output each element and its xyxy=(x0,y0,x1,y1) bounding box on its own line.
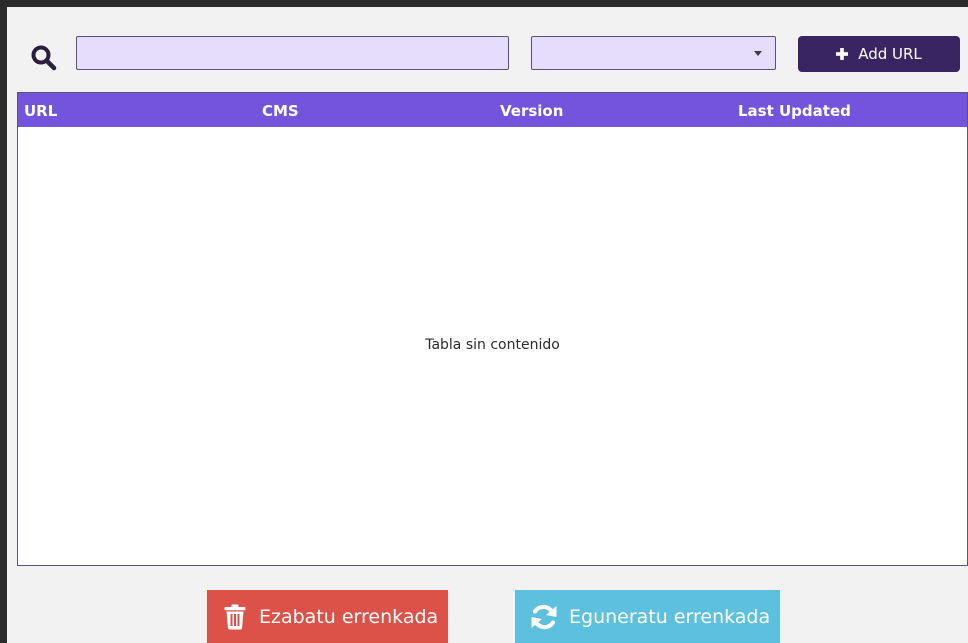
app-window: Add URL URL CMS Version Last Updated Tab… xyxy=(7,7,968,643)
refresh-row-label: Eguneratu errenkada xyxy=(569,605,771,628)
refresh-row-button[interactable]: Eguneratu errenkada xyxy=(515,590,780,643)
add-url-label: Add URL xyxy=(858,45,922,63)
search-icon[interactable] xyxy=(29,43,59,73)
delete-row-label: Ezabatu errenkada xyxy=(259,605,439,628)
chevron-down-icon xyxy=(754,51,762,56)
table-empty-message: Tabla sin contenido xyxy=(425,337,560,353)
column-header-cms[interactable]: CMS xyxy=(262,102,299,120)
url-table[interactable]: URL CMS Version Last Updated Tabla sin c… xyxy=(17,92,968,566)
search-input[interactable] xyxy=(76,36,509,70)
table-header: URL CMS Version Last Updated xyxy=(18,93,967,127)
delete-row-button[interactable]: Ezabatu errenkada xyxy=(207,590,448,643)
filter-select[interactable] xyxy=(531,36,776,70)
column-header-version[interactable]: Version xyxy=(500,102,563,120)
add-url-button[interactable]: Add URL xyxy=(798,36,960,72)
trash-icon xyxy=(224,604,246,629)
column-header-last-updated[interactable]: Last Updated xyxy=(738,102,851,120)
refresh-icon xyxy=(531,604,557,629)
plus-icon xyxy=(836,48,849,60)
column-header-url[interactable]: URL xyxy=(24,102,57,120)
